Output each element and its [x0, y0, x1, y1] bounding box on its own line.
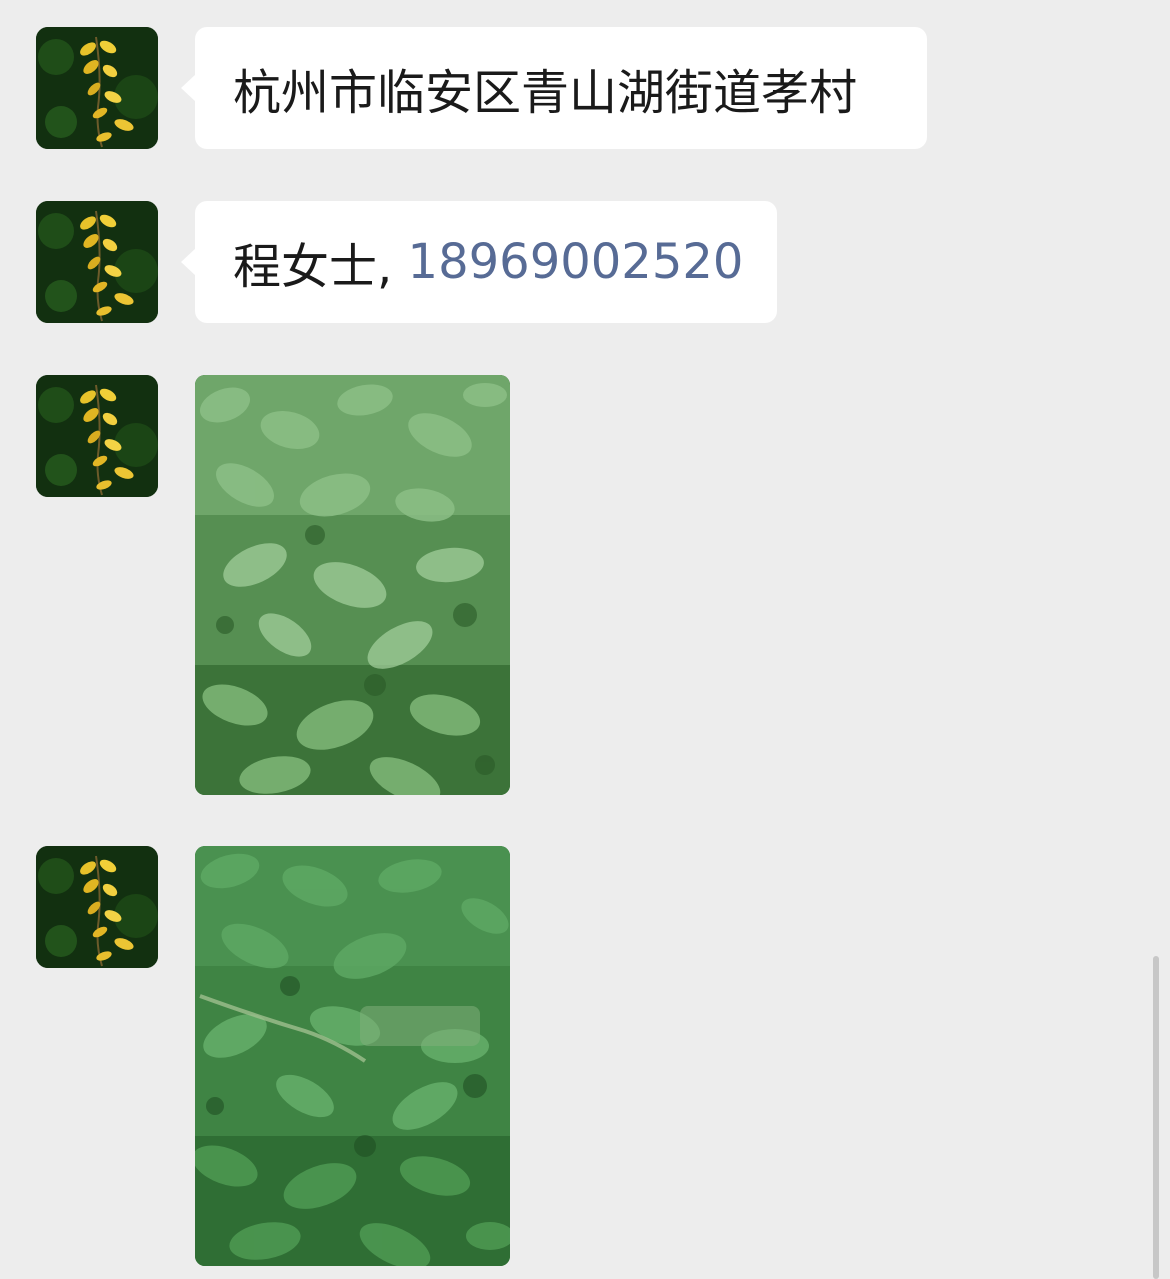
- scrollbar[interactable]: [1153, 956, 1159, 1279]
- message-image[interactable]: [195, 375, 510, 795]
- contact-avatar[interactable]: [36, 375, 158, 497]
- message-text: 杭州市临安区青山湖街道孝村: [233, 65, 858, 121]
- vine-leaves-icon: [36, 375, 158, 497]
- chat-message-image: [0, 846, 1170, 1266]
- message-bubble[interactable]: 程女士, 18969002520: [181, 201, 777, 323]
- vine-leaves-icon: [36, 27, 158, 149]
- chat-message-address: 杭州市临安区青山湖街道孝村: [0, 27, 1170, 149]
- chat-message-contact: 程女士, 18969002520: [0, 201, 1170, 323]
- message-bubble[interactable]: 杭州市临安区青山湖街道孝村: [181, 27, 927, 149]
- message-image[interactable]: [195, 846, 510, 1266]
- contact-avatar[interactable]: [36, 27, 158, 149]
- contact-avatar[interactable]: [36, 846, 158, 968]
- contact-name-text: 程女士,: [233, 239, 408, 295]
- chat-message-image: [0, 375, 1170, 795]
- green-plants-photo: [195, 375, 510, 795]
- contact-avatar[interactable]: [36, 201, 158, 323]
- vine-leaves-icon: [36, 846, 158, 968]
- phone-number-link[interactable]: 18969002520: [408, 234, 744, 290]
- watermelon-vine-photo: [195, 846, 510, 1266]
- chat-history: 杭州市临安区青山湖街道孝村 程女士, 18969002520: [0, 0, 1170, 1279]
- vine-leaves-icon: [36, 201, 158, 323]
